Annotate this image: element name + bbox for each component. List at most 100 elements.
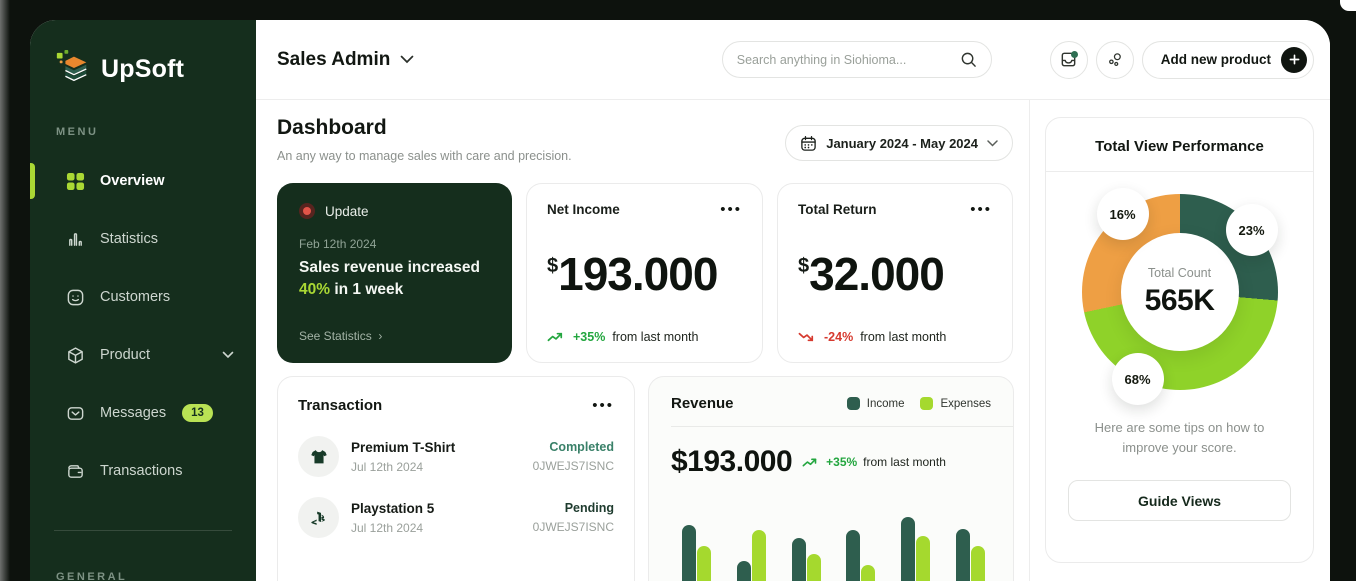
share-button[interactable]: [1096, 41, 1134, 79]
revenue-card: Revenue Income Expenses: [648, 376, 1014, 581]
income-bar: [682, 525, 696, 581]
dashboard-header: Dashboard An any way to manage sales wit…: [277, 116, 1013, 163]
bar-group: [956, 529, 985, 581]
donut-label-teal: 23%: [1226, 204, 1278, 256]
product-avatar: [298, 436, 339, 477]
total-count-value: 565K: [1145, 284, 1215, 318]
sidebar-item-customers[interactable]: Customers: [30, 268, 256, 326]
performance-card: Total View Performance Total Count 565K …: [1045, 117, 1314, 563]
stat-value: 193.000: [558, 251, 717, 297]
notification-dot: [1071, 51, 1078, 58]
share-network-icon: [1106, 51, 1124, 69]
more-options-icon[interactable]: •••: [970, 207, 992, 213]
see-statistics-link[interactable]: See Statistics ›: [299, 329, 490, 343]
expenses-swatch: [920, 397, 933, 410]
transaction-code: 0JWEJS7ISNC: [533, 459, 614, 473]
legend-income: Income: [847, 397, 905, 410]
chevron-down-icon: [987, 140, 998, 147]
grid-icon: [64, 170, 86, 192]
workspace-switcher[interactable]: Sales Admin: [277, 49, 414, 71]
currency-symbol: $: [547, 255, 558, 278]
bar-group: [901, 517, 930, 581]
status-badge: Completed: [549, 440, 614, 454]
app-window: UpSoft MENU Overview: [30, 20, 1330, 581]
guide-views-button[interactable]: Guide Views: [1068, 480, 1291, 521]
search-icon: [960, 51, 977, 68]
stat-card-title: Total Return: [798, 202, 877, 217]
brand-logo: UpSoft: [30, 50, 256, 88]
more-options-icon[interactable]: •••: [592, 403, 614, 409]
wallet-icon: [64, 460, 86, 482]
tshirt-icon: [309, 447, 329, 467]
right-panel: Total View Performance Total Count 565K …: [1030, 100, 1330, 581]
product-avatar: [298, 497, 339, 538]
sidebar-item-statistics[interactable]: Statistics: [30, 210, 256, 268]
expense-bar: [861, 565, 875, 581]
donut-chart: Total Count 565K 16% 23% 68%: [1082, 194, 1278, 390]
currency-symbol: $: [798, 255, 809, 278]
status-badge: Pending: [565, 501, 614, 515]
customer-face-icon: [64, 286, 86, 308]
donut-label-lime: 68%: [1112, 353, 1164, 405]
bar-group: [682, 525, 711, 581]
total-count-label: Total Count: [1148, 266, 1211, 280]
trend-percent: -24%: [824, 330, 853, 344]
more-options-icon[interactable]: •••: [720, 207, 742, 213]
bar-group: [737, 530, 766, 581]
sidebar-item-label: Customers: [100, 289, 170, 305]
stat-trend: -24% from last month: [798, 330, 992, 344]
transaction-row[interactable]: Premium T-Shirt Jul 12th 2024 Completed …: [298, 436, 614, 477]
income-bar: [737, 561, 751, 581]
sidebar-item-transactions[interactable]: Transactions: [30, 442, 256, 500]
update-card: Update Feb 12th 2024 Sales revenue incre…: [277, 183, 512, 363]
sidebar-item-label: Messages: [100, 405, 166, 421]
income-swatch: [847, 397, 860, 410]
search-bar[interactable]: [722, 41, 992, 78]
transaction-row[interactable]: Playstation 5 Jul 12th 2024 Pending 0JWE…: [298, 497, 614, 538]
trend-up-icon: [547, 331, 566, 343]
playstation-icon: [309, 508, 329, 528]
screen-corner-notch: [1340, 0, 1356, 11]
expense-bar: [697, 546, 711, 581]
sidebar-item-label: Product: [100, 347, 150, 363]
body-row: Dashboard An any way to manage sales wit…: [256, 100, 1330, 581]
sidebar: UpSoft MENU Overview: [30, 20, 256, 581]
transaction-card: Transaction ••• Premium T-Shirt: [277, 376, 635, 581]
topbar: Sales Admin: [256, 20, 1330, 100]
trend-up-icon: [802, 457, 820, 468]
sidebar-item-label: Statistics: [100, 231, 158, 247]
page-title: Dashboard: [277, 116, 572, 140]
income-bar: [901, 517, 915, 581]
bottom-cards-row: Transaction ••• Premium T-Shirt: [277, 376, 1013, 581]
income-bar: [956, 529, 970, 581]
sidebar-item-label: Transactions: [100, 463, 182, 479]
add-new-product-button[interactable]: Add new product: [1142, 41, 1314, 79]
revenue-amount: $193.000: [671, 445, 792, 479]
donut-label-orange: 16%: [1097, 188, 1149, 240]
expense-bar: [971, 546, 985, 581]
transaction-date: Jul 12th 2024: [351, 521, 434, 535]
search-input[interactable]: [737, 53, 952, 67]
expense-bar: [752, 530, 766, 581]
active-indicator: [30, 163, 35, 199]
highlight-percent: 40%: [299, 281, 330, 298]
stat-card-title: Net Income: [547, 202, 620, 217]
expense-bar: [807, 554, 821, 581]
transaction-name: Premium T-Shirt: [351, 440, 455, 455]
chevron-right-icon: ›: [378, 329, 382, 343]
date-range-value: January 2024 - May 2024: [826, 136, 978, 151]
update-headline: Sales revenue increased 40% in 1 week: [299, 257, 490, 302]
upsoft-logo-icon: [54, 50, 92, 88]
performance-tips: Here are some tips on how to improve you…: [1068, 418, 1291, 458]
sidebar-item-overview[interactable]: Overview: [30, 152, 256, 210]
menu-section-label: MENU: [30, 126, 256, 138]
divider: [671, 426, 1013, 427]
total-return-card: Total Return ••• $ 32.000 -24%: [777, 183, 1013, 363]
trend-percent: +35%: [573, 330, 605, 344]
sidebar-item-messages[interactable]: Messages 13: [30, 384, 256, 442]
general-section-label: GENERAL: [30, 571, 256, 581]
photo-edge-artifact: [0, 0, 10, 581]
sidebar-item-product[interactable]: Product: [30, 326, 256, 384]
inbox-button[interactable]: [1050, 41, 1088, 79]
date-range-picker[interactable]: January 2024 - May 2024: [785, 125, 1013, 161]
